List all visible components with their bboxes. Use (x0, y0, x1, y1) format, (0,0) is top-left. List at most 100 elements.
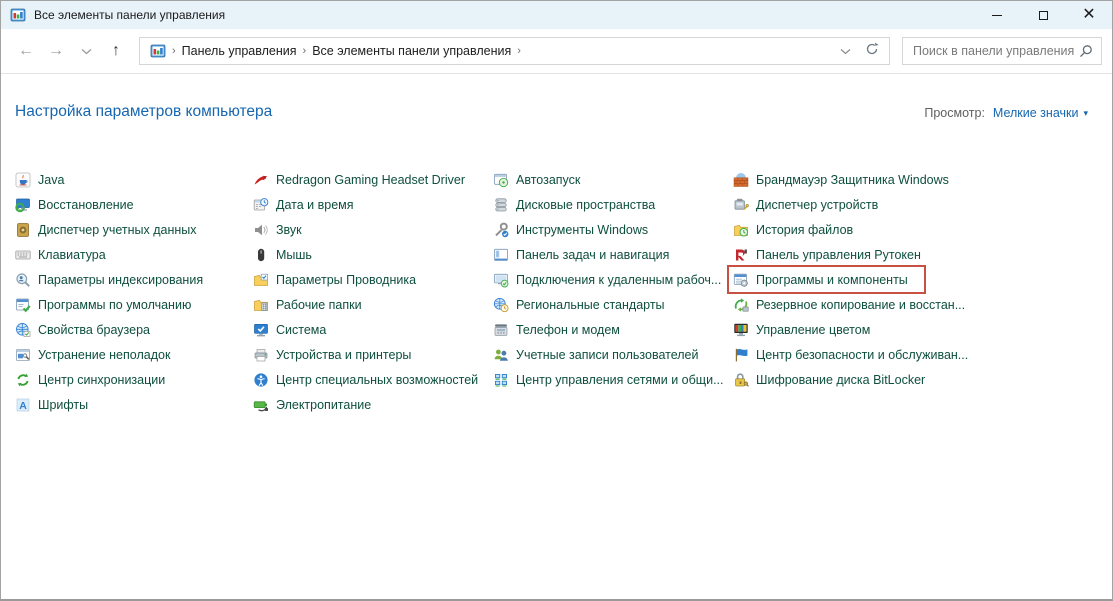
item-windows-firewall[interactable]: Брандмауэр Защитника Windows (733, 167, 949, 192)
back-button[interactable]: ← (11, 42, 41, 60)
item-device-manager[interactable]: Диспетчер устройств (733, 192, 878, 217)
phone-modem-icon (493, 322, 509, 338)
breadcrumb-chevron: › (301, 45, 309, 57)
item-label: Клавиатура (38, 248, 106, 262)
item-troubleshooting[interactable]: Устранение неполадок (15, 342, 170, 367)
item-label: Redragon Gaming Headset Driver (276, 173, 465, 187)
item-label: Подключения к удаленным рабоч... (516, 273, 721, 287)
navigation-toolbar: ← → ↑ › Панель управления › Все элементы… (1, 29, 1112, 74)
item-label: История файлов (756, 223, 853, 237)
rutoken-icon (733, 247, 749, 263)
item-redragon[interactable]: Redragon Gaming Headset Driver (253, 167, 465, 192)
search-box[interactable] (902, 37, 1102, 65)
refresh-icon (865, 42, 879, 56)
default-programs-icon (15, 297, 31, 313)
breadcrumb-all-items[interactable]: Все элементы панели управления (308, 44, 515, 58)
autoplay-icon (493, 172, 509, 188)
address-bar[interactable]: › Панель управления › Все элементы панел… (139, 37, 890, 65)
item-power-options[interactable]: Электропитание (253, 392, 371, 417)
item-indexing-options[interactable]: Параметры индексирования (15, 267, 203, 292)
item-label: Региональные стандарты (516, 298, 665, 312)
minimize-button[interactable] (974, 1, 1020, 29)
item-keyboard[interactable]: Клавиатура (15, 242, 106, 267)
item-ease-of-access[interactable]: Центр специальных возможностей (253, 367, 478, 392)
maximize-button[interactable] (1020, 1, 1066, 29)
control-panel-items: Java Восстановление Диспетчер учетных данн… (15, 167, 976, 417)
item-date-time[interactable]: Дата и время (253, 192, 354, 217)
refresh-button[interactable] (865, 42, 879, 61)
forward-button[interactable]: → (41, 42, 71, 60)
item-label: Управление цветом (756, 323, 870, 337)
item-sync-center[interactable]: Центр синхронизации (15, 367, 165, 392)
address-dropdown-button[interactable] (840, 42, 851, 60)
indexing-options-icon (15, 272, 31, 288)
ease-of-access-icon (253, 372, 269, 388)
breadcrumb-control-panel[interactable]: Панель управления (178, 44, 301, 58)
view-selector[interactable]: Мелкие значки ▾ (993, 106, 1088, 120)
programs-features-icon (733, 272, 749, 288)
items-column-4: Брандмауэр Защитника Windows Диспетчер ус… (733, 167, 976, 417)
item-label: Устранение неполадок (38, 348, 170, 362)
up-button[interactable]: ↑ (101, 42, 131, 60)
item-java[interactable]: Java (15, 167, 64, 192)
bitlocker-icon (733, 372, 749, 388)
item-user-accounts[interactable]: Учетные записи пользователей (493, 342, 699, 367)
recovery-icon (15, 197, 31, 213)
item-mouse[interactable]: Мышь (253, 242, 312, 267)
security-maintenance-icon (733, 347, 749, 363)
item-rutoken[interactable]: Панель управления Рутокен (733, 242, 921, 267)
item-system[interactable]: Система (253, 317, 326, 342)
items-column-2: Redragon Gaming Headset Driver Дата и вре… (253, 167, 493, 417)
search-input[interactable] (911, 43, 1079, 59)
window-title: Все элементы панели управления (34, 8, 225, 22)
item-sound[interactable]: Звук (253, 217, 302, 242)
item-security-maintenance[interactable]: Центр безопасности и обслуживан... (733, 342, 968, 367)
item-color-management[interactable]: Управление цветом (733, 317, 870, 342)
item-bitlocker[interactable]: Шифрование диска BitLocker (733, 367, 925, 392)
item-programs-features[interactable]: Программы и компоненты (733, 267, 908, 292)
item-devices-printers[interactable]: Устройства и принтеры (253, 342, 411, 367)
item-file-history[interactable]: История файлов (733, 217, 853, 242)
item-label: Центр безопасности и обслуживан... (756, 348, 968, 362)
network-sharing-icon (493, 372, 509, 388)
item-recovery[interactable]: Восстановление (15, 192, 134, 217)
user-accounts-icon (493, 347, 509, 363)
item-label: Телефон и модем (516, 323, 620, 337)
item-network-sharing[interactable]: Центр управления сетями и общи... (493, 367, 723, 392)
item-work-folders[interactable]: Рабочие папки (253, 292, 362, 317)
item-region[interactable]: Региональные стандарты (493, 292, 665, 317)
taskbar-navigation-icon (493, 247, 509, 263)
item-label: Диспетчер устройств (756, 198, 878, 212)
view-value: Мелкие значки (993, 106, 1079, 120)
credential-manager-icon (15, 222, 31, 238)
item-credential-manager[interactable]: Диспетчер учетных данных (15, 217, 197, 242)
item-label: Панель управления Рутокен (756, 248, 921, 262)
item-backup-restore[interactable]: Резервное копирование и восстан... (733, 292, 965, 317)
item-taskbar-navigation[interactable]: Панель задач и навигация (493, 242, 669, 267)
item-label: Брандмауэр Защитника Windows (756, 173, 949, 187)
file-history-icon (733, 222, 749, 238)
storage-spaces-icon (493, 197, 509, 213)
close-button[interactable]: ✕ (1066, 1, 1112, 29)
item-phone-modem[interactable]: Телефон и модем (493, 317, 620, 342)
item-label: Учетные записи пользователей (516, 348, 699, 362)
item-explorer-options[interactable]: Параметры Проводника (253, 267, 416, 292)
item-internet-options[interactable]: Свойства браузера (15, 317, 150, 342)
view-control: Просмотр: Мелкие значки ▾ (924, 106, 1088, 120)
region-icon (493, 297, 509, 313)
view-label: Просмотр: (924, 106, 985, 120)
item-autoplay[interactable]: Автозапуск (493, 167, 580, 192)
item-label: Восстановление (38, 198, 134, 212)
item-label: Диспетчер учетных данных (38, 223, 197, 237)
item-storage-spaces[interactable]: Дисковые пространства (493, 192, 655, 217)
item-default-programs[interactable]: Программы по умолчанию (15, 292, 191, 317)
item-remote-desktop[interactable]: Подключения к удаленным рабоч... (493, 267, 721, 292)
date-time-icon (253, 197, 269, 213)
control-panel-window: Все элементы панели управления ✕ ← → ↑ ›… (0, 0, 1113, 601)
item-label: Устройства и принтеры (276, 348, 411, 362)
item-label: Свойства браузера (38, 323, 150, 337)
recent-pages-button[interactable] (71, 48, 101, 55)
windows-tools-icon (493, 222, 509, 238)
item-fonts[interactable]: AШрифты (15, 392, 88, 417)
item-windows-tools[interactable]: Инструменты Windows (493, 217, 648, 242)
